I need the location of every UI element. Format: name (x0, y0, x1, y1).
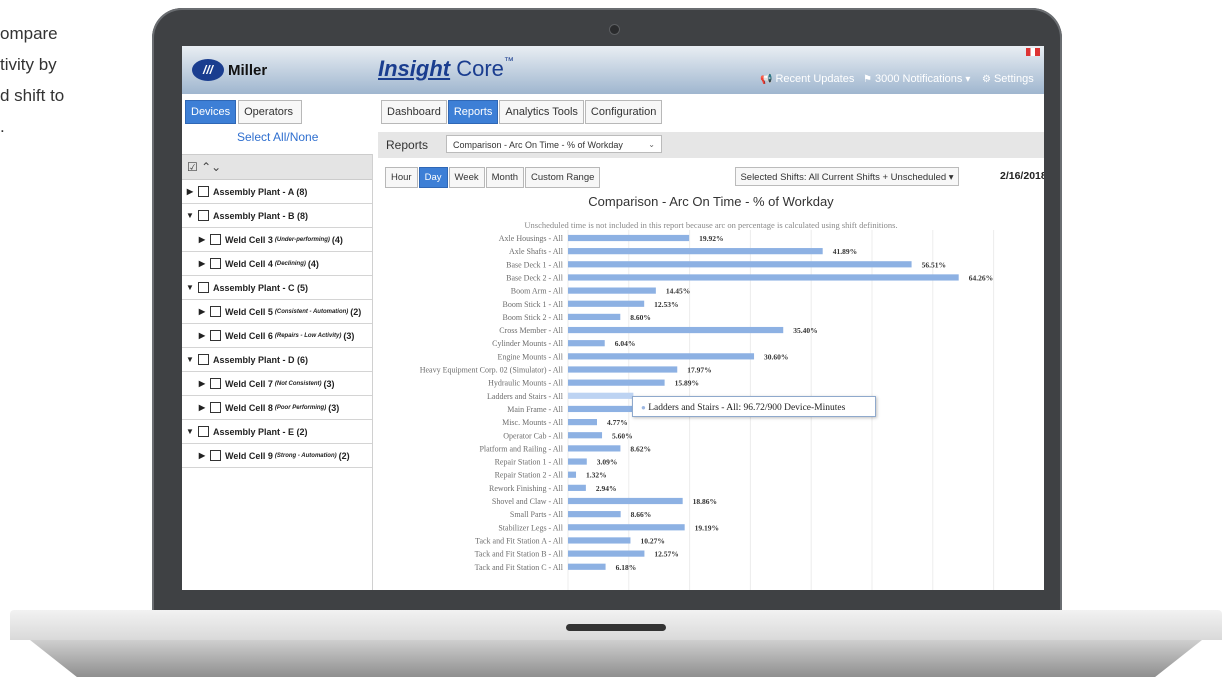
category-label: Boom Stick 1 - All (503, 300, 564, 309)
data-label: 18.86% (693, 497, 717, 506)
data-label: 8.60% (630, 313, 651, 322)
category-label: Main Frame - All (507, 405, 564, 414)
category-label: Stabilizer Legs - All (498, 523, 563, 532)
bar[interactable] (568, 313, 621, 320)
bar[interactable] (568, 537, 631, 544)
data-label: 4.77% (607, 418, 628, 427)
caption-line: tivity by (0, 55, 57, 74)
data-label: 12.53% (654, 300, 678, 309)
category-label: Repair Station 1 - All (495, 458, 564, 467)
category-label: Boom Stick 2 - All (503, 313, 564, 322)
data-label: 64.26% (969, 273, 993, 282)
bar[interactable] (568, 511, 621, 518)
bar[interactable] (568, 471, 577, 478)
data-label: 10.27% (640, 536, 664, 545)
bar[interactable] (568, 379, 665, 386)
category-label: Repair Station 2 - All (495, 471, 564, 480)
data-label: 3.09% (597, 458, 618, 467)
data-label: 6.18% (616, 563, 637, 572)
data-label: 8.62% (630, 444, 651, 453)
bar[interactable] (568, 274, 959, 281)
category-label: Rework Finishing - All (489, 484, 564, 493)
category-label: Hydraulic Mounts - All (488, 379, 564, 388)
data-label: 2.94% (596, 484, 617, 493)
category-label: Shovel and Claw - All (492, 497, 564, 506)
category-label: Platform and Railing - All (479, 444, 563, 453)
category-label: Ladders and Stairs - All (487, 392, 564, 401)
laptop-bottom (30, 640, 1202, 677)
category-label: Engine Mounts - All (497, 352, 563, 361)
category-label: Tack and Fit Station C - All (475, 563, 564, 572)
bar[interactable] (568, 524, 685, 531)
bar[interactable] (568, 392, 634, 399)
category-label: Misc. Mounts - All (502, 418, 564, 427)
caption-line: ompare (0, 24, 58, 43)
bar[interactable] (568, 550, 645, 557)
laptop-base (10, 610, 1222, 677)
category-label: Heavy Equipment Corp. 02 (Simulator) - A… (420, 366, 564, 375)
data-label: 1.32% (586, 471, 607, 480)
data-label: 30.60% (764, 352, 788, 361)
side-caption: ompare tivity by d shift to . (0, 18, 150, 142)
bar[interactable] (568, 497, 683, 505)
category-label: Axle Housings - All (499, 234, 564, 243)
category-label: Boom Arm - All (511, 287, 564, 296)
category-label: Cylinder Mounts - All (492, 339, 564, 348)
webcam (609, 24, 620, 35)
category-label: Cross Member - All (499, 326, 564, 335)
data-label: 41.89% (833, 247, 857, 256)
series-dot-icon: ● (641, 403, 646, 412)
bar[interactable] (568, 353, 755, 360)
bar[interactable] (568, 366, 678, 373)
bar[interactable] (568, 419, 598, 426)
bar[interactable] (568, 287, 656, 294)
data-label: 19.19% (695, 523, 719, 532)
category-label: Small Parts - All (510, 510, 564, 519)
bar[interactable] (568, 248, 823, 255)
category-label: Base Deck 2 - All (506, 273, 564, 282)
bar[interactable] (568, 445, 621, 452)
bar[interactable] (568, 234, 690, 242)
data-label: 14.45% (666, 287, 690, 296)
data-label: 56.51% (922, 260, 946, 269)
data-label: 5.60% (612, 431, 633, 440)
bar-chart: Axle Housings - All 19.92% Axle Shafts - A… (420, 230, 995, 590)
tooltip-text: Ladders and Stairs - All: 96.72/900 Devi… (648, 403, 846, 413)
chart-tooltip: ● Ladders and Stairs - All: 96.72/900 De… (632, 396, 876, 417)
data-label: 19.92% (699, 234, 723, 243)
bar[interactable] (568, 300, 645, 307)
caption-line: d shift to (0, 86, 65, 105)
data-label: 17.97% (687, 366, 711, 375)
bar[interactable] (568, 484, 586, 491)
category-label: Operator Cab - All (503, 431, 564, 440)
category-label: Base Deck 1 - All (506, 260, 564, 269)
data-label: 12.57% (654, 550, 678, 559)
bar[interactable] (568, 340, 605, 347)
data-label: 15.89% (675, 379, 699, 388)
category-label: Tack and Fit Station B - All (475, 550, 564, 559)
bar[interactable] (568, 432, 603, 439)
data-label: 6.04% (615, 339, 636, 348)
bar[interactable] (568, 563, 606, 570)
bar[interactable] (568, 326, 784, 334)
laptop-hinge (566, 624, 666, 631)
data-label: 35.40% (793, 326, 817, 335)
category-label: Axle Shafts - All (509, 247, 564, 256)
data-label: 8.66% (631, 510, 652, 519)
app-screen: /// Miller Insight Core™ 📢 Recent Updates… (182, 46, 1044, 590)
bar[interactable] (568, 261, 912, 268)
caption-line: . (0, 117, 5, 136)
category-label: Tack and Fit Station A - All (475, 536, 564, 545)
bar[interactable] (568, 458, 587, 465)
